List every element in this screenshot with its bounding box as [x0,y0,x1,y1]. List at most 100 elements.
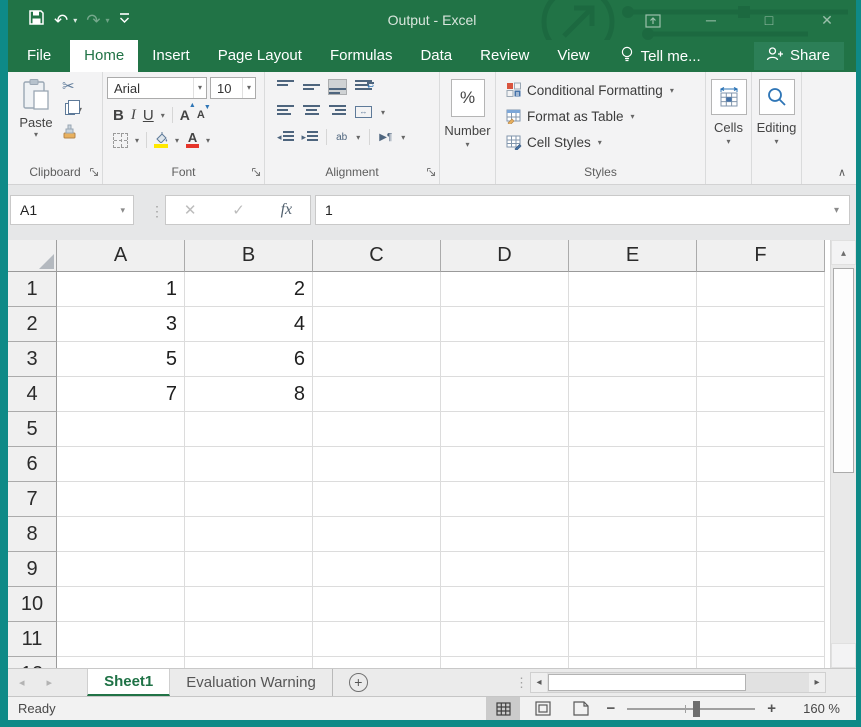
normal-view-button[interactable] [486,697,520,720]
cell-B7[interactable] [185,482,313,517]
cell-F11[interactable] [697,622,825,657]
next-sheet-icon[interactable]: ▸ [36,669,64,696]
tab-view[interactable]: View [543,40,603,72]
tab-data[interactable]: Data [406,40,466,72]
undo-dropdown-icon[interactable]: ▾ [73,16,77,25]
expand-formula-bar-icon[interactable]: ▾ [834,205,849,216]
cell-E4[interactable] [569,377,697,412]
column-header-E[interactable]: E [569,240,697,272]
name-box-dropdown-icon[interactable]: ▾ [120,205,133,216]
row-header-4[interactable]: 4 [8,377,57,412]
undo-icon[interactable]: ↶ [54,12,68,29]
select-all-corner[interactable] [8,240,57,272]
paste-dropdown-icon[interactable]: ▾ [14,130,58,139]
orientation-dropdown-icon[interactable]: ▾ [356,133,360,142]
row-header-8[interactable]: 8 [8,517,57,552]
borders-dropdown-icon[interactable]: ▾ [135,136,139,145]
italic-button[interactable]: I [131,108,136,123]
collapse-ribbon-icon[interactable]: ∧ [838,166,846,179]
top-align-button[interactable] [277,80,294,94]
cell-B3[interactable]: 6 [185,342,313,377]
scroll-down-icon[interactable] [831,643,856,668]
fill-color-dropdown-icon[interactable]: ▾ [175,136,179,145]
cell-B11[interactable] [185,622,313,657]
font-size-dropdown-icon[interactable]: ▾ [242,78,255,98]
cell-E8[interactable] [569,517,697,552]
cell-A11[interactable] [57,622,185,657]
cell-C7[interactable] [313,482,441,517]
font-name-dropdown-icon[interactable]: ▾ [193,78,206,98]
row-header-11[interactable]: 11 [8,622,57,657]
cell-F3[interactable] [697,342,825,377]
underline-button[interactable]: U [143,108,154,123]
fill-color-button[interactable] [154,132,168,148]
editing-button[interactable] [759,79,795,115]
new-sheet-button[interactable]: + [349,673,368,692]
align-center-button[interactable] [303,105,320,119]
row-header-6[interactable]: 6 [8,447,57,482]
tab-review[interactable]: Review [466,40,543,72]
bottom-align-button[interactable] [329,80,346,94]
cell-E9[interactable] [569,552,697,587]
font-size-combo[interactable]: 10▾ [210,77,256,99]
formula-bar-input[interactable]: 1 ▾ [315,195,850,225]
row-header-10[interactable]: 10 [8,587,57,622]
cell-D7[interactable] [441,482,569,517]
cell-D11[interactable] [441,622,569,657]
column-header-A[interactable]: A [57,240,185,272]
cell-A10[interactable] [57,587,185,622]
minimize-button[interactable]: ─ [682,12,740,28]
formula-bar-drag-dots-icon[interactable]: ⋮ [150,203,164,220]
clipboard-dialog-launcher-icon[interactable] [89,166,99,180]
sheetbar-drag-dots-icon[interactable]: ⋮ [515,675,528,691]
row-header-7[interactable]: 7 [8,482,57,517]
format-as-table-dropdown-icon[interactable]: ▾ [631,112,635,121]
tab-insert[interactable]: Insert [138,40,204,72]
format-as-table-button[interactable]: Format as Table ▾ [500,103,701,129]
cell-C4[interactable] [313,377,441,412]
cell-E2[interactable] [569,307,697,342]
cell-C11[interactable] [313,622,441,657]
cell-D1[interactable] [441,272,569,307]
cell-A5[interactable] [57,412,185,447]
orientation-button[interactable]: ab [336,132,347,143]
cell-C9[interactable] [313,552,441,587]
cell-styles-dropdown-icon[interactable]: ▾ [598,138,602,147]
font-dialog-launcher-icon[interactable] [251,166,261,180]
cancel-icon[interactable]: ✕ [184,201,197,219]
vertical-scrollbar[interactable]: ▴ [830,240,856,668]
scroll-up-icon[interactable]: ▴ [831,240,856,265]
cell-A12[interactable] [57,657,185,668]
font-color-button[interactable]: A [186,132,199,148]
percent-style-button[interactable]: % [451,79,485,117]
cell-C8[interactable] [313,517,441,552]
maximize-button[interactable]: □ [740,12,798,28]
font-name-combo[interactable]: Arial▾ [107,77,207,99]
row-header-3[interactable]: 3 [8,342,57,377]
decrease-indent-button[interactable]: ◂ [277,131,293,143]
tab-page-layout[interactable]: Page Layout [204,40,316,72]
align-left-button[interactable] [277,105,294,119]
cell-C10[interactable] [313,587,441,622]
sheet-tab-sheet1[interactable]: Sheet1 [87,669,170,696]
cell-A6[interactable] [57,447,185,482]
scroll-left-icon[interactable]: ◂ [531,673,547,692]
tab-file[interactable]: File [8,40,70,72]
row-header-2[interactable]: 2 [8,307,57,342]
cell-A9[interactable] [57,552,185,587]
row-header-5[interactable]: 5 [8,412,57,447]
cell-E6[interactable] [569,447,697,482]
format-painter-button[interactable] [62,124,82,140]
cut-button[interactable]: ✂ [62,78,82,94]
previous-sheet-icon[interactable]: ◂ [8,669,36,696]
cell-E11[interactable] [569,622,697,657]
row-header-1[interactable]: 1 [8,272,57,307]
save-icon[interactable] [28,9,45,31]
cell-F4[interactable] [697,377,825,412]
cell-B2[interactable]: 4 [185,307,313,342]
align-right-button[interactable] [329,105,346,119]
borders-button[interactable] [113,133,128,148]
cell-D6[interactable] [441,447,569,482]
cell-D4[interactable] [441,377,569,412]
horizontal-scrollbar-thumb[interactable] [548,674,746,691]
